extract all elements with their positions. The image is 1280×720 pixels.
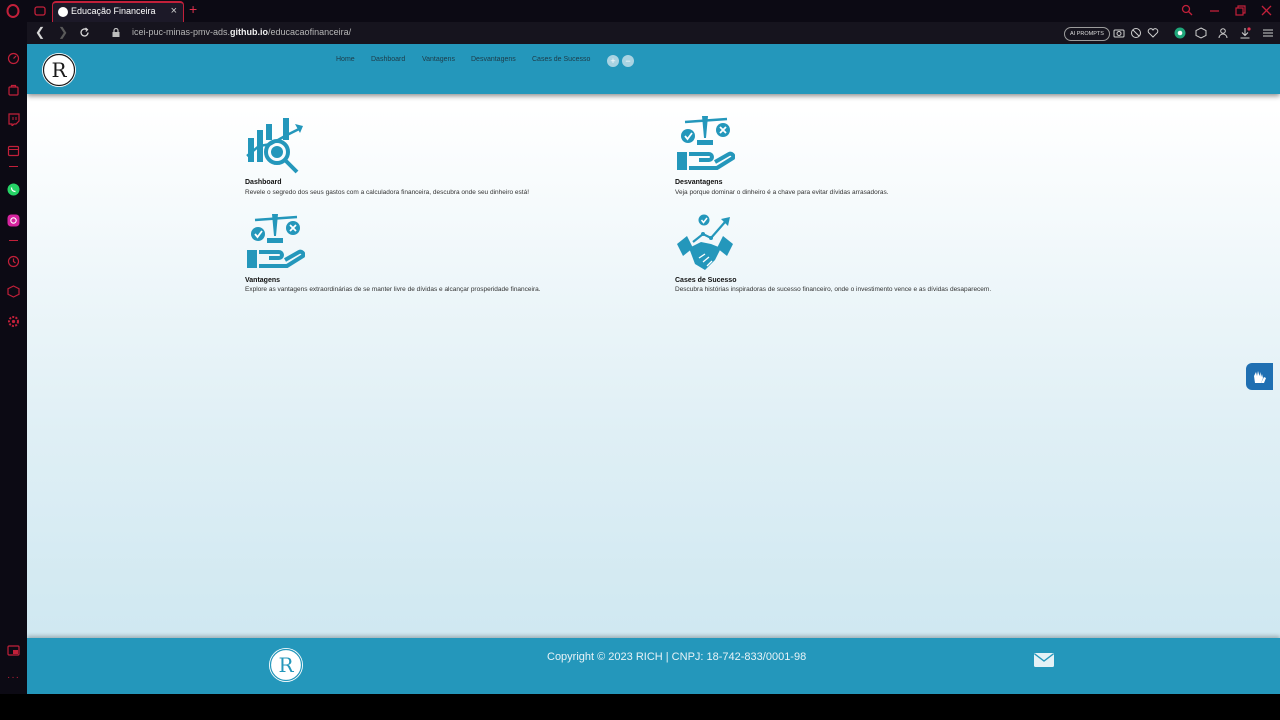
cube-extension-icon[interactable] xyxy=(1195,27,1207,39)
picture-in-picture-icon[interactable] xyxy=(7,644,20,657)
profile-icon[interactable] xyxy=(1217,27,1229,39)
history-icon[interactable] xyxy=(7,255,20,268)
new-tab-button[interactable]: + xyxy=(189,1,197,17)
cube-icon[interactable] xyxy=(7,285,20,298)
bag-icon[interactable] xyxy=(7,83,20,96)
nav-dashboard[interactable]: Dashboard xyxy=(371,56,405,63)
nav-cases-de-sucesso[interactable]: Cases de Sucesso xyxy=(532,56,590,63)
sidebar-divider xyxy=(9,240,18,241)
web-page: R Home Dashboard Vantagens Desvantagens … xyxy=(27,44,1280,694)
easy-setup-menu-icon[interactable] xyxy=(1262,27,1274,39)
card-title: Vantagens xyxy=(245,277,281,284)
screen-bottom-bar xyxy=(0,694,1280,720)
card-description: Explore as vantagens extraordinárias de … xyxy=(245,286,541,293)
rich-footer-logo-icon[interactable]: R xyxy=(268,647,304,683)
font-decrease-button[interactable]: − xyxy=(622,55,634,67)
svg-text:R: R xyxy=(51,58,67,82)
camera-icon[interactable] xyxy=(1113,27,1125,39)
tab-title: Educação Financeira xyxy=(71,6,156,16)
nav-home[interactable]: Home xyxy=(336,56,355,63)
calendar-icon[interactable] xyxy=(7,144,20,157)
card-description: Revele o segredo dos seus gastos com a c… xyxy=(245,189,530,196)
heart-icon[interactable] xyxy=(1147,27,1159,39)
url-field[interactable]: icei-puc-minas-pmv-ads.github.io/educaca… xyxy=(102,25,1102,41)
tab-close-icon[interactable]: × xyxy=(171,5,177,17)
ai-prompts-button[interactable]: AI PROMPTS xyxy=(1064,27,1110,41)
search-tabs-icon[interactable] xyxy=(1181,4,1193,16)
rich-logo-icon[interactable]: R xyxy=(41,52,77,88)
extension-green-icon[interactable] xyxy=(1174,27,1186,39)
url-text: icei-puc-minas-pmv-ads.github.io/educaca… xyxy=(132,27,352,37)
card-description: Veja porque dominar o dinheiro é a chave… xyxy=(675,189,889,196)
speed-dial-icon[interactable] xyxy=(7,52,20,65)
svg-text:R: R xyxy=(278,653,294,677)
tracker-blocker-icon[interactable] xyxy=(1130,27,1142,39)
tab-menu-icon[interactable] xyxy=(34,5,46,17)
more-icon[interactable]: ··· xyxy=(7,672,20,683)
site-footer: R Copyright © 2023 RICH | CNPJ: 18-742-8… xyxy=(27,638,1280,694)
close-window-icon[interactable] xyxy=(1261,5,1272,16)
browser-tab-bar: Educação Financeira × + xyxy=(0,0,1280,22)
instagram-icon[interactable] xyxy=(7,214,20,227)
tab-favicon-icon xyxy=(58,7,68,17)
whatsapp-icon[interactable] xyxy=(7,183,20,196)
reload-icon[interactable] xyxy=(79,27,90,38)
nav-desvantagens[interactable]: Desvantagens xyxy=(471,56,516,63)
active-tab[interactable]: Educação Financeira × xyxy=(52,1,184,22)
handshake-icon xyxy=(677,214,733,270)
site-header: R Home Dashboard Vantagens Desvantagens … xyxy=(27,44,1280,94)
font-increase-button[interactable]: + xyxy=(607,55,619,67)
forward-icon[interactable]: ❯ xyxy=(58,25,68,39)
card-title: Dashboard xyxy=(245,179,282,186)
lock-icon xyxy=(112,28,120,37)
vlibras-accessibility-button[interactable] xyxy=(1246,363,1273,390)
sign-language-hands-icon xyxy=(1254,371,1266,383)
browser-sidebar: ··· xyxy=(0,22,27,720)
opera-logo-icon[interactable] xyxy=(6,4,20,18)
twitch-icon[interactable] xyxy=(7,113,20,126)
dashboard-chart-icon xyxy=(246,118,303,174)
mail-icon[interactable] xyxy=(1034,653,1054,667)
balance-hand-icon xyxy=(677,116,735,170)
nav-vantagens[interactable]: Vantagens xyxy=(422,56,455,63)
copyright-text: Copyright © 2023 RICH | CNPJ: 18-742-833… xyxy=(547,651,807,663)
minimize-icon[interactable] xyxy=(1209,5,1220,16)
card-title: Desvantagens xyxy=(675,179,723,186)
settings-gear-icon[interactable] xyxy=(7,315,20,328)
back-icon[interactable]: ❮ xyxy=(35,25,45,39)
balance-hand-icon xyxy=(247,214,305,268)
card-description: Descubra histórias inspiradoras de suces… xyxy=(675,286,992,293)
restore-icon[interactable] xyxy=(1235,5,1246,16)
sidebar-divider xyxy=(9,166,18,167)
card-title: Cases de Sucesso xyxy=(675,277,737,284)
download-icon[interactable] xyxy=(1239,27,1251,39)
